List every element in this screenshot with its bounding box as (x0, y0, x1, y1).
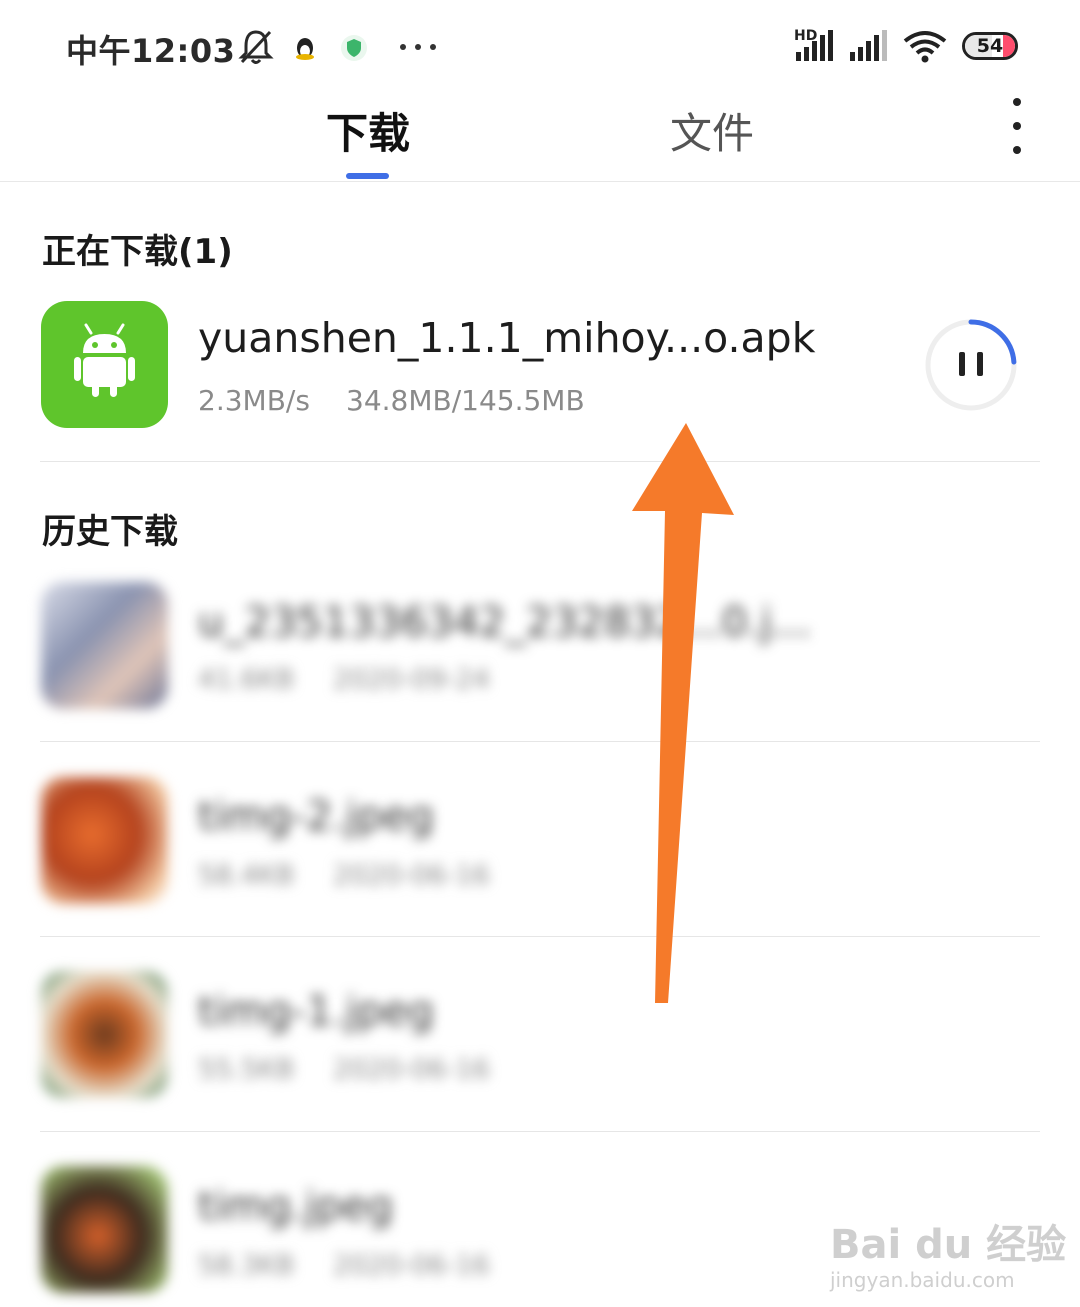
watermark-logo: Bai du 经验 (830, 1222, 1067, 1268)
tab-files[interactable]: 文件 (670, 100, 754, 161)
battery-level: 54 (976, 35, 1004, 57)
android-icon (74, 323, 135, 397)
watermark: Bai du 经验 jingyan.baidu.com (830, 1212, 1066, 1292)
shield-app-icon (341, 35, 367, 61)
history-file-name[interactable]: timg-1.jpeg (198, 987, 434, 1035)
tab-indicator (346, 173, 389, 179)
tab-downloads[interactable]: 下载 (326, 100, 410, 161)
downloading-section-title: 正在下载(1) (42, 232, 233, 272)
history-section-title: 历史下载 (42, 504, 178, 553)
history-thumb (41, 971, 168, 1098)
battery-icon: 54 (962, 32, 1018, 60)
history-file-meta: 58.4KB 2020-06-16 (198, 860, 490, 891)
wifi-icon (903, 31, 947, 63)
more-vertical-icon[interactable] (1000, 98, 1034, 154)
bell-off-icon (238, 30, 274, 64)
history-thumb (41, 1166, 168, 1293)
signal-icon (850, 30, 887, 61)
history-thumb (41, 582, 168, 709)
history-thumb (41, 777, 168, 904)
app-file-icon (41, 301, 168, 428)
qq-penguin-icon (296, 38, 314, 60)
status-time: 中午12:03 (66, 32, 236, 70)
history-file-meta: 55.5KB 2020-06-16 (198, 1054, 490, 1085)
pause-button[interactable] (924, 318, 1018, 412)
download-file-name: yuanshen_1.1.1_mihoy...o.apk (198, 314, 816, 362)
watermark-url: jingyan.baidu.com (830, 1268, 1015, 1292)
history-file-meta: 58.3KB 2020-06-16 (198, 1250, 490, 1281)
history-file-meta: 41.6KB 2020-09-24 (198, 664, 490, 695)
history-file-name[interactable]: timg-2.jpeg (198, 792, 434, 840)
pause-icon (959, 352, 983, 376)
download-speed: 2.3MB/s (198, 384, 310, 417)
header-divider (0, 181, 1080, 182)
signal-icon (796, 30, 833, 61)
history-file-name[interactable]: timg.jpeg (198, 1182, 393, 1230)
more-dots-icon (400, 44, 436, 50)
history-title-text: 历史下载 (42, 512, 178, 552)
list-divider (40, 1131, 1040, 1132)
list-divider (40, 741, 1040, 742)
section-divider (40, 461, 1040, 462)
orange-arrow-icon (632, 423, 734, 1003)
download-progress-text: 34.8MB/145.5MB (346, 384, 585, 417)
list-divider (40, 936, 1040, 937)
